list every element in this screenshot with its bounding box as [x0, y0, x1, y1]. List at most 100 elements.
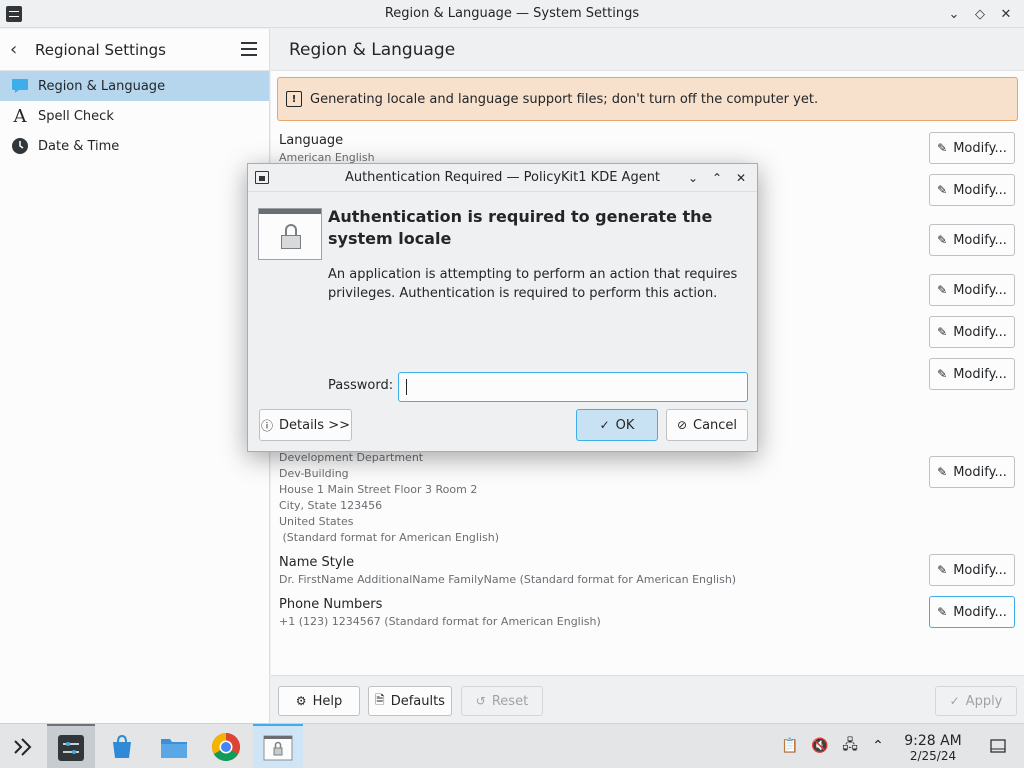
dialog-title: Authentication Required — PolicyKit1 KDE… [344, 170, 661, 185]
pencil-icon: ✎ [937, 283, 948, 297]
modify-measurements-button[interactable]: ✎ Modify... [929, 316, 1015, 348]
window-controls: ⌄ ◇ ✕ [944, 4, 1016, 24]
window-title: Region & Language — System Settings [384, 6, 640, 21]
maximize-icon[interactable]: ⌃ [707, 168, 727, 188]
name-style-value: Dr. FirstName AdditionalName FamilyName … [279, 573, 737, 586]
minimize-icon[interactable]: ⌄ [944, 4, 964, 24]
dialog-heading: Authentication is required to generate t… [328, 207, 713, 248]
address-line: Dev-Building [279, 467, 349, 480]
clock[interactable]: 9:28 AM 2/25/24 [896, 733, 970, 763]
details-button[interactable]: ⓘ Details >> [259, 409, 352, 441]
folder-icon [161, 738, 187, 758]
page-title: Region & Language [271, 29, 1024, 71]
banner-text: Generating locale and language support f… [310, 91, 819, 107]
chrome-icon [212, 732, 240, 761]
system-settings-icon [58, 734, 84, 761]
sidebar-header: ‹ Regional Settings [0, 29, 269, 71]
system-settings-icon[interactable] [6, 6, 22, 22]
address-line: Development Department [279, 451, 424, 464]
lock-icon [255, 171, 269, 184]
cancel-button[interactable]: ⊘ Cancel [666, 409, 748, 441]
password-field[interactable] [398, 372, 748, 402]
password-label: Password: [328, 378, 394, 393]
launcher-icon [14, 737, 32, 756]
language-label: Language [279, 133, 344, 148]
modify-time-button[interactable]: ✎ Modify... [929, 224, 1015, 256]
sidebar-item-label: Date & Time [38, 138, 120, 154]
sidebar-item-spell-check[interactable]: A Spell Check [0, 101, 269, 131]
store-icon [113, 734, 131, 758]
taskbar-system-settings[interactable] [47, 724, 95, 768]
modify-name-style-button[interactable]: ✎ Modify... [929, 554, 1015, 586]
cancel-icon: ⊘ [676, 418, 687, 432]
text-cursor [406, 379, 407, 395]
back-icon[interactable]: ‹ [10, 39, 32, 60]
sidebar-item-region-language[interactable]: Region & Language [0, 71, 269, 101]
clock-time: 9:28 AM [904, 733, 962, 749]
pencil-icon: ✎ [937, 325, 948, 339]
apply-button[interactable]: ✓ Apply [935, 686, 1017, 716]
authentication-dialog: Authentication Required — PolicyKit1 KDE… [247, 163, 758, 452]
address-line: United States [279, 515, 354, 528]
sidebar-item-label: Spell Check [38, 108, 114, 124]
modify-address-button[interactable]: ✎ Modify... [929, 456, 1015, 488]
spell-check-icon: A [13, 105, 27, 127]
hamburger-menu-icon[interactable] [241, 42, 257, 56]
modify-numbers-button[interactable]: ✎ Modify... [929, 174, 1015, 206]
network-icon[interactable]: 🖧 [840, 736, 860, 756]
pencil-icon: ✎ [937, 141, 948, 155]
address-line: (Standard format for American English) [279, 531, 499, 544]
pencil-icon: ✎ [937, 605, 948, 619]
close-icon[interactable]: ✕ [731, 168, 751, 188]
clock-icon [10, 136, 30, 156]
clipboard-icon[interactable]: 📋 [780, 736, 800, 756]
close-icon[interactable]: ✕ [996, 4, 1016, 24]
modify-currency-button[interactable]: ✎ Modify... [929, 274, 1015, 306]
expand-tray-icon[interactable]: ⌃ [868, 736, 888, 756]
modify-phone-numbers-button[interactable]: ✎ Modify... [929, 596, 1015, 628]
address-line: House 1 Main Street Floor 3 Room 2 [279, 483, 478, 496]
info-icon: ⓘ [260, 418, 273, 433]
sidebar-item-date-time[interactable]: Date & Time [0, 131, 269, 161]
pencil-icon: ✎ [937, 465, 948, 479]
dialog-controls: ⌄ ⌃ ✕ [683, 168, 751, 188]
dialog-message: An application is attempting to perform … [328, 267, 738, 301]
help-icon: ⚙ [295, 694, 307, 708]
minimize-icon[interactable]: ⌄ [683, 168, 703, 188]
taskbar: 📋 🔇 🖧 ⌃ 9:28 AM 2/25/24 [0, 723, 1024, 768]
sidebar: ‹ Regional Settings Region & Language A … [0, 29, 270, 723]
sidebar-title: Regional Settings [35, 40, 167, 59]
defaults-button[interactable]: 🗎 Defaults [368, 686, 452, 716]
footer-bar: ⚙ Help 🗎 Defaults ↺ Reset ✓ Apply [271, 675, 1024, 723]
clock-date: 2/25/24 [909, 749, 957, 763]
pencil-icon: ✎ [937, 367, 948, 381]
maximize-icon[interactable]: ◇ [970, 4, 990, 24]
chat-bubble-icon [10, 76, 30, 96]
checkmark-icon: ✓ [599, 418, 610, 432]
phone-numbers-label: Phone Numbers [279, 597, 383, 612]
volume-muted-icon[interactable]: 🔇 [810, 736, 830, 756]
taskbar-chrome[interactable] [204, 724, 248, 768]
document-icon: 🗎 [375, 692, 385, 707]
taskbar-policykit-agent[interactable] [253, 724, 303, 768]
show-desktop-icon[interactable] [988, 736, 1008, 756]
taskbar-file-manager[interactable] [152, 724, 196, 768]
lock-icon [263, 735, 293, 760]
reset-button[interactable]: ↺ Reset [461, 686, 543, 716]
padlock-icon [258, 208, 322, 260]
help-button[interactable]: ⚙ Help [278, 686, 360, 716]
application-launcher[interactable] [0, 724, 44, 768]
window-titlebar: Region & Language — System Settings ⌄ ◇ … [0, 0, 1024, 28]
address-line: City, State 123456 [279, 499, 383, 512]
pencil-icon: ✎ [937, 233, 948, 247]
pencil-icon: ✎ [937, 563, 948, 577]
ok-button[interactable]: ✓ OK [576, 409, 658, 441]
taskbar-discover[interactable] [100, 724, 144, 768]
phone-numbers-value: +1 (123) 1234567 (Standard format for Am… [279, 615, 601, 628]
reset-icon: ↺ [475, 694, 486, 708]
modify-paper-size-button[interactable]: ✎ Modify... [929, 358, 1015, 390]
warning-icon: ! [286, 91, 302, 107]
pencil-icon: ✎ [937, 183, 948, 197]
checkmark-icon: ✓ [949, 694, 960, 708]
modify-language-button[interactable]: ✎ Modify... [929, 132, 1015, 164]
